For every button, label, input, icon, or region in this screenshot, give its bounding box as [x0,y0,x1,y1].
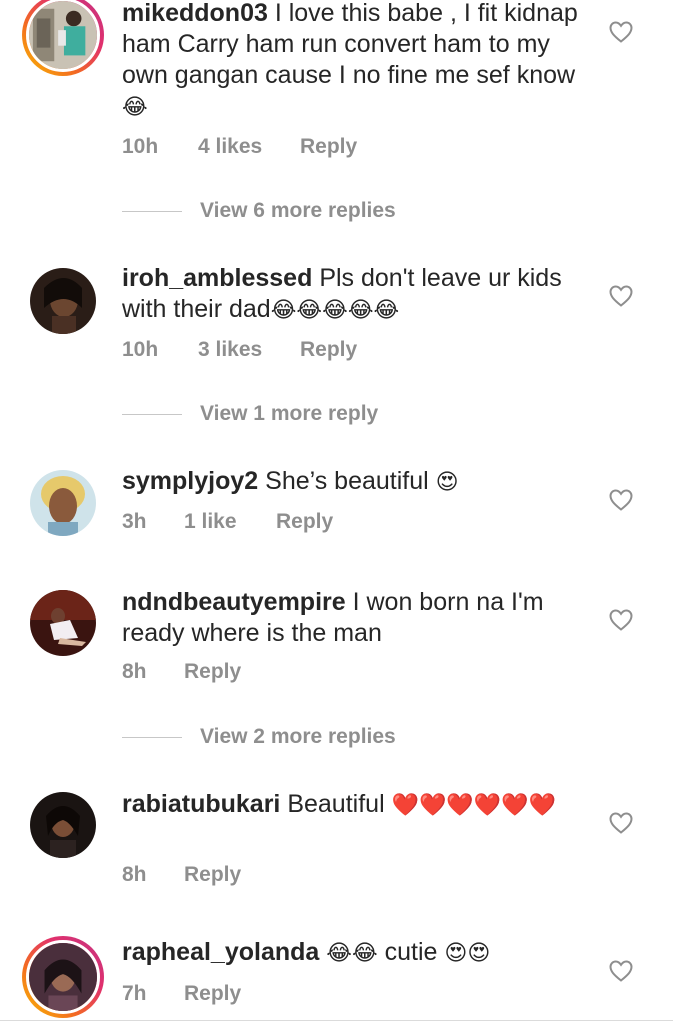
reply-button[interactable]: Reply [184,658,241,686]
comment-time: 10h [122,338,159,361]
comment-body: cutie [384,938,438,966]
avatar[interactable] [30,470,96,536]
like-heart-icon[interactable] [609,489,633,511]
avatar-image [30,792,96,858]
like-heart-icon[interactable] [609,812,633,834]
reply-button[interactable]: Reply [276,508,333,536]
comment-username[interactable]: iroh_amblessed [122,264,312,292]
reply-button[interactable]: Reply [184,861,241,889]
comment-username[interactable]: rapheal_yolanda [122,938,319,966]
comment-username[interactable]: symplyjoy2 [122,467,258,495]
avatar[interactable] [30,590,96,656]
laughing-emoji: 😂😂 [326,941,378,966]
divider-line [122,211,182,212]
heart-eyes-emoji: 😍 [435,470,459,495]
comment-username[interactable]: rabiatubukari [122,790,280,818]
divider-line [122,737,182,738]
comment-body: Beautiful [287,790,385,818]
divider-line [122,414,182,415]
like-heart-icon[interactable] [609,609,633,631]
like-heart-icon[interactable] [609,21,633,43]
comment-text: rapheal_yolanda 😂😂 cutie 😍😍 [122,937,584,969]
bottom-divider [0,1020,673,1021]
comment-text: iroh_amblessed Pls don't leave ur kids w… [122,263,584,326]
avatar-image [30,268,96,334]
avatar-with-story-ring[interactable] [22,936,104,1018]
avatar-image [30,470,96,536]
comment-body: She’s beautiful [265,467,429,495]
avatar-with-story-ring[interactable] [22,0,104,76]
comment-likes[interactable]: 3 likes [198,336,262,364]
reply-button[interactable]: Reply [300,336,357,364]
reply-button[interactable]: Reply [184,980,241,1008]
like-heart-icon[interactable] [609,960,633,982]
avatar[interactable] [30,792,96,858]
comment-time: 8h [122,863,147,886]
avatar-image [29,943,97,1011]
laughing-emoji: 😂😂😂😂😂 [270,298,400,323]
comment-username[interactable]: mikeddon03 [122,0,268,27]
avatar-image [30,590,96,656]
comment-time: 7h [122,982,147,1005]
avatar[interactable] [30,268,96,334]
red-heart-emoji: ❤️❤️❤️❤️❤️❤️ [391,793,556,818]
comment-likes[interactable]: 4 likes [198,133,262,161]
view-more-replies-label[interactable]: View 1 more reply [200,400,378,428]
avatar-image [29,1,97,69]
comment-time: 8h [122,660,147,683]
view-more-replies-label[interactable]: View 2 more replies [200,723,396,751]
like-heart-icon[interactable] [609,285,633,307]
comment-likes[interactable]: 1 like [184,508,237,536]
comment-username[interactable]: ndndbeautyempire [122,588,346,616]
heart-eyes-emoji: 😍😍 [444,941,491,966]
view-more-replies-label[interactable]: View 6 more replies [200,197,396,225]
comment-time: 3h [122,510,147,533]
comment-text: rabiatubukari Beautiful ❤️❤️❤️❤️❤️❤️ [122,789,584,821]
comment-time: 10h [122,135,159,158]
comment-text: symplyjoy2 She’s beautiful 😍 [122,466,584,498]
laughing-emoji: 😂 [122,95,148,120]
reply-button[interactable]: Reply [300,133,357,161]
comment-text: ndndbeautyempire I won born na I'm ready… [122,587,584,649]
comment-text: mikeddon03 I love this babe , I fit kidn… [122,0,584,123]
